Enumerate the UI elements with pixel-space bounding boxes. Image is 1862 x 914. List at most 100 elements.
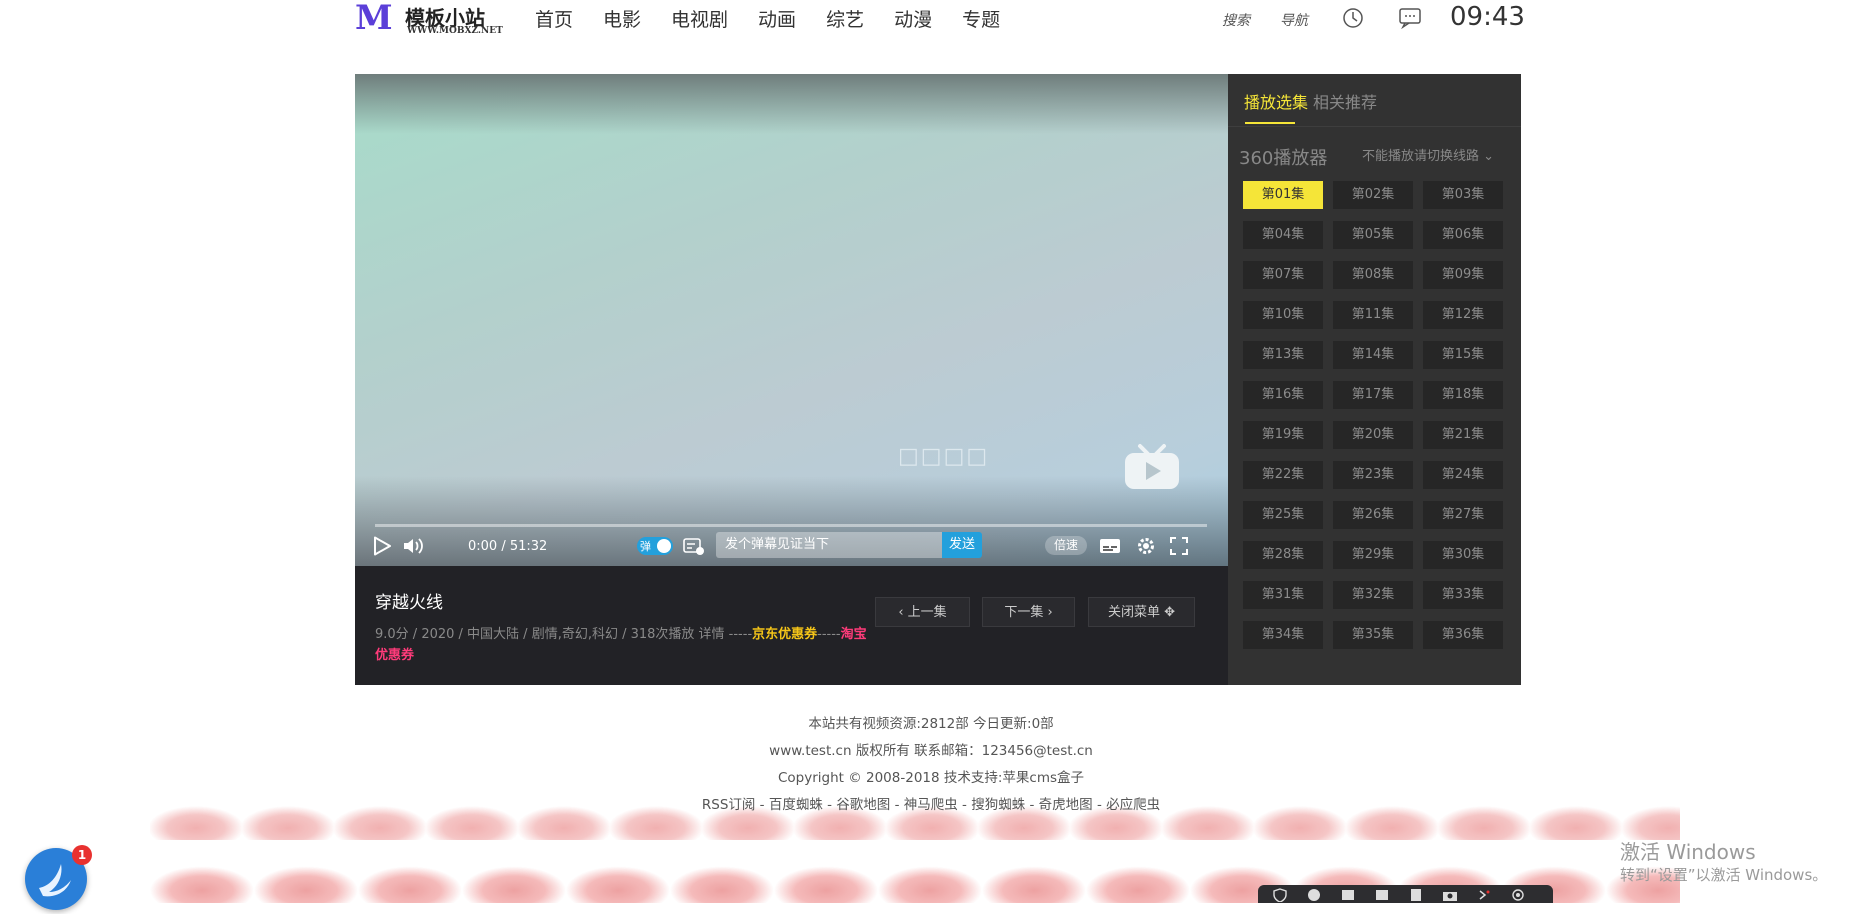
- nav-item-movie[interactable]: 电影: [603, 5, 641, 32]
- fullscreen-icon[interactable]: [1170, 531, 1188, 561]
- episode-grid: 第01集 第02集 第03集第04集 第05集 第06集第07集 第08集 第09集第10集…: [1243, 181, 1507, 649]
- episode-button[interactable]: 第09集: [1423, 261, 1503, 289]
- episode-button[interactable]: 第30集: [1423, 541, 1503, 569]
- episode-button[interactable]: 第05集: [1333, 221, 1413, 249]
- bilibili-watermark-icon: [1125, 444, 1179, 489]
- nav-item-variety[interactable]: 综艺: [826, 5, 864, 32]
- history-clock-icon[interactable]: [1342, 7, 1364, 29]
- episode-button[interactable]: 第16集: [1243, 381, 1323, 409]
- episode-button[interactable]: 第20集: [1333, 421, 1413, 449]
- player-top-shade: [355, 74, 1228, 134]
- danmaku-send-button[interactable]: 发送: [942, 532, 982, 558]
- prev-episode-button[interactable]: ‹ 上一集: [875, 597, 970, 627]
- episode-button[interactable]: 第17集: [1333, 381, 1413, 409]
- episode-button[interactable]: 第04集: [1243, 221, 1323, 249]
- episode-button[interactable]: 第07集: [1243, 261, 1323, 289]
- site-footer: 本站共有视频资源:2812部 今日更新:0部 www.test.cn 版权所有 …: [0, 712, 1862, 820]
- windows-activate-title: 激活 Windows: [1620, 840, 1756, 864]
- episode-button[interactable]: 第14集: [1333, 341, 1413, 369]
- time-display: 0:00 / 51:32: [468, 538, 548, 554]
- danmaku-toggle-label: 弹: [640, 540, 651, 553]
- document-icon[interactable]: [1408, 887, 1424, 901]
- episode-button[interactable]: 第22集: [1243, 461, 1323, 489]
- close-menu-button[interactable]: 关闭菜单 ✥: [1088, 597, 1195, 627]
- logo-subtitle: WWW.MOBXZ.NET: [407, 26, 503, 36]
- camera-icon[interactable]: [1442, 887, 1458, 901]
- episode-button[interactable]: 第11集: [1333, 301, 1413, 329]
- subtitle-icon[interactable]: [1099, 531, 1121, 561]
- episode-button[interactable]: 第33集: [1423, 581, 1503, 609]
- episode-button[interactable]: 第35集: [1333, 621, 1413, 649]
- speed-button[interactable]: 倍速: [1045, 536, 1087, 555]
- footer-copyright-owner: www.test.cn 版权所有 联系邮箱：123456@test.cn: [769, 743, 1093, 759]
- jd-coupon-link[interactable]: 京东优惠券: [752, 627, 817, 642]
- target-icon[interactable]: [1510, 887, 1526, 901]
- chevron-down-icon: ⌄: [1479, 149, 1495, 164]
- volume-icon[interactable]: [402, 531, 424, 561]
- meta-text: 9.0分 / 2020 / 中国大陆 / 剧情,奇幻,科幻 / 318次播放 详…: [375, 627, 753, 642]
- nav-item-home[interactable]: 首页: [535, 5, 573, 32]
- tab-recommend[interactable]: 相关推荐: [1313, 89, 1377, 113]
- episode-button[interactable]: 第19集: [1243, 421, 1323, 449]
- episode-button[interactable]: 第24集: [1423, 461, 1503, 489]
- episode-button[interactable]: 第27集: [1423, 501, 1503, 529]
- episode-button[interactable]: 第32集: [1333, 581, 1413, 609]
- player-source-name: 360播放器: [1239, 148, 1328, 169]
- site-logo[interactable]: M 模板小站 WWW.MOBXZ.NET: [355, 0, 503, 40]
- settings-gear-icon[interactable]: [1136, 531, 1156, 561]
- expand-arrow-icon[interactable]: [1476, 887, 1492, 901]
- episode-button[interactable]: 第36集: [1423, 621, 1503, 649]
- chevron-right-icon: ›: [1043, 605, 1053, 620]
- episode-button[interactable]: 第29集: [1333, 541, 1413, 569]
- nav-item-anime[interactable]: 动漫: [894, 5, 932, 32]
- episode-button[interactable]: 第03集: [1423, 181, 1503, 209]
- episode-button[interactable]: 第28集: [1243, 541, 1323, 569]
- clover-icon: ✥: [1159, 605, 1176, 620]
- player-placeholder-glyphs: □□□□: [898, 444, 990, 469]
- logo-mark-icon: M: [355, 0, 393, 38]
- episode-button[interactable]: 第06集: [1423, 221, 1503, 249]
- progress-track[interactable]: [375, 524, 1207, 527]
- video-meta: 9.0分 / 2020 / 中国大陆 / 剧情,奇幻,科幻 / 318次播放 详…: [375, 624, 875, 666]
- switch-line-dropdown[interactable]: 不能播放请切换线路 ⌄: [1362, 145, 1494, 164]
- shield-icon[interactable]: [1272, 887, 1288, 903]
- nav-item-tv[interactable]: 电视剧: [671, 5, 728, 32]
- main-nav: 首页 电影 电视剧 动画 综艺 动漫 专题: [535, 5, 1000, 32]
- footer-links[interactable]: RSS订阅 - 百度蜘蛛 - 谷歌地图 - 神马爬虫 - 搜狗蜘蛛 - 奇虎地图…: [0, 793, 1862, 813]
- danmaku-input[interactable]: 发个弹幕见证当下: [716, 532, 942, 558]
- episode-button[interactable]: 第02集: [1333, 181, 1413, 209]
- episode-button[interactable]: 第08集: [1333, 261, 1413, 289]
- clock-time: 09:43: [1450, 2, 1525, 32]
- episode-button[interactable]: 第25集: [1243, 501, 1323, 529]
- episode-button[interactable]: 第18集: [1423, 381, 1503, 409]
- nav-item-animation[interactable]: 动画: [758, 5, 796, 32]
- meta-separator: -----: [817, 627, 841, 642]
- episode-button[interactable]: 第13集: [1243, 341, 1323, 369]
- image-edit-icon[interactable]: [1340, 887, 1356, 901]
- episode-button[interactable]: 第15集: [1423, 341, 1503, 369]
- toggle-knob: [657, 539, 671, 553]
- next-episode-button[interactable]: 下一集 ›: [982, 597, 1075, 627]
- tab-episodes[interactable]: 播放选集: [1244, 89, 1308, 113]
- guide-link[interactable]: 导航: [1280, 10, 1308, 30]
- video-player[interactable]: □□□□ 0:00 / 51:32 弹 发个弹幕见证当下 发送 倍速: [355, 74, 1228, 566]
- episode-button[interactable]: 第31集: [1243, 581, 1323, 609]
- episode-button[interactable]: 第01集: [1243, 181, 1323, 209]
- danmaku-toggle[interactable]: 弹: [637, 537, 673, 555]
- episode-button[interactable]: 第21集: [1423, 421, 1503, 449]
- episode-button[interactable]: 第23集: [1333, 461, 1413, 489]
- play-icon[interactable]: [373, 531, 391, 561]
- episode-button[interactable]: 第34集: [1243, 621, 1323, 649]
- episode-button[interactable]: 第12集: [1423, 301, 1503, 329]
- message-icon[interactable]: [1398, 7, 1421, 30]
- nav-item-topic[interactable]: 专题: [962, 5, 1000, 32]
- swirl-icon[interactable]: [1306, 887, 1322, 901]
- episode-button[interactable]: 第26集: [1333, 501, 1413, 529]
- image-icon[interactable]: [1374, 887, 1390, 901]
- close-menu-label: 关闭菜单: [1107, 605, 1160, 620]
- danmaku-settings-icon[interactable]: [683, 531, 705, 561]
- active-tab-underline: [1245, 122, 1295, 124]
- prev-episode-label: 上一集: [907, 605, 947, 620]
- episode-button[interactable]: 第10集: [1243, 301, 1323, 329]
- search-link[interactable]: 搜索: [1222, 10, 1250, 30]
